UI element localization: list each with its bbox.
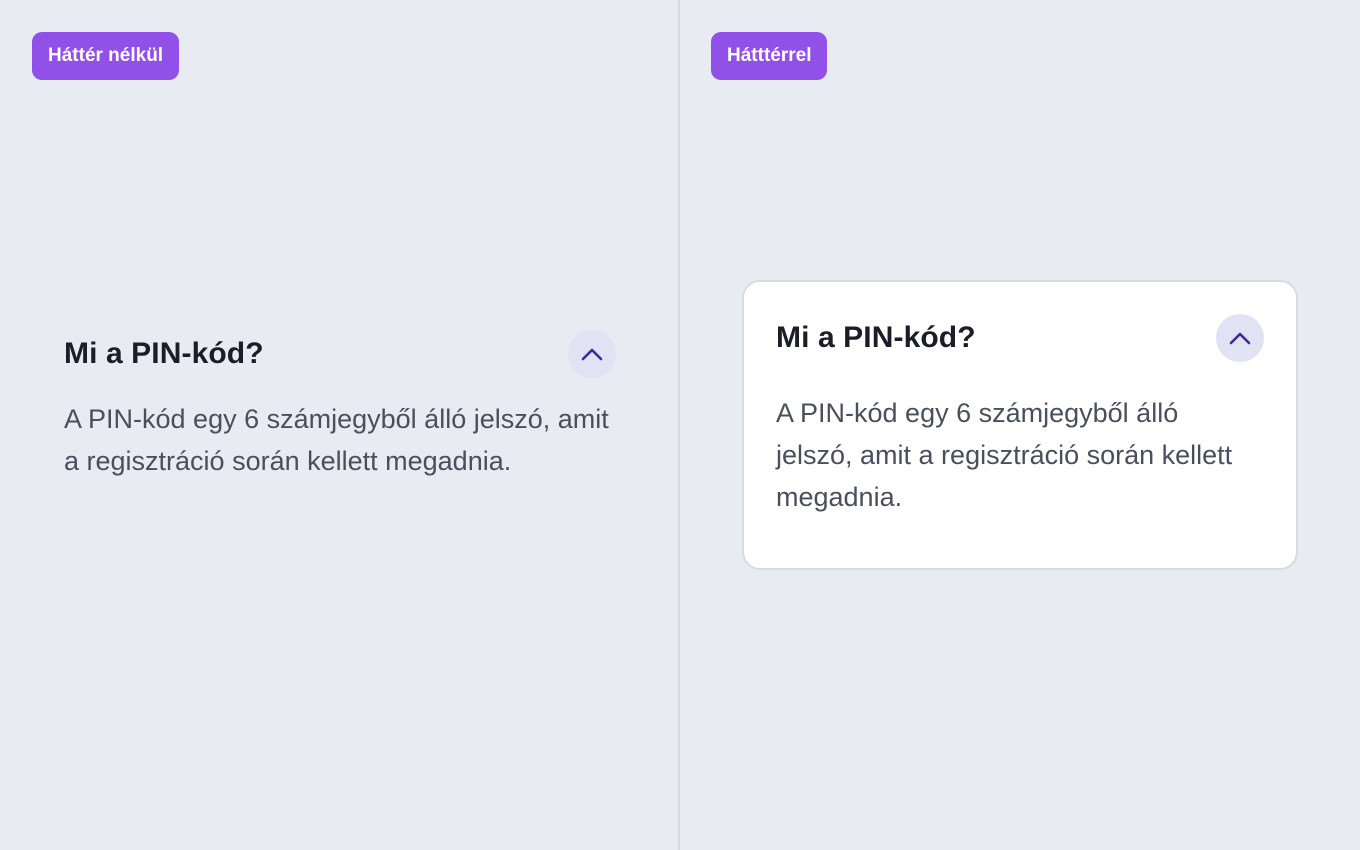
chevron-up-icon (581, 348, 603, 361)
faq-answer: A PIN-kód egy 6 számjegyből álló jelszó,… (776, 398, 1233, 512)
faq-header[interactable]: Mi a PIN-kód? (776, 314, 1264, 362)
panel-without-background: Háttér nélkül Mi a PIN-kód? A PIN-kód eg… (0, 0, 680, 850)
faq-card: Mi a PIN-kód? A PIN-kód egy 6 számjegybő… (742, 280, 1298, 570)
comparison-canvas: Háttér nélkül Mi a PIN-kód? A PIN-kód eg… (0, 0, 1360, 850)
faq-header[interactable]: Mi a PIN-kód? (64, 330, 616, 378)
faq-question: Mi a PIN-kód? (776, 321, 976, 354)
panel-with-background: Hátttérrel Mi a PIN-kód? A PIN-kód egy 6… (680, 0, 1360, 850)
collapse-toggle-button[interactable] (1216, 314, 1264, 362)
variant-badge: Háttér nélkül (32, 32, 180, 80)
variant-badge: Hátttérrel (711, 32, 828, 80)
faq-item: Mi a PIN-kód? A PIN-kód egy 6 számjegybő… (64, 330, 616, 482)
faq-answer: A PIN-kód egy 6 számjegyből álló jelszó,… (64, 404, 609, 476)
collapse-toggle-button[interactable] (568, 330, 616, 378)
faq-question: Mi a PIN-kód? (64, 337, 264, 370)
chevron-up-icon (1229, 332, 1251, 345)
